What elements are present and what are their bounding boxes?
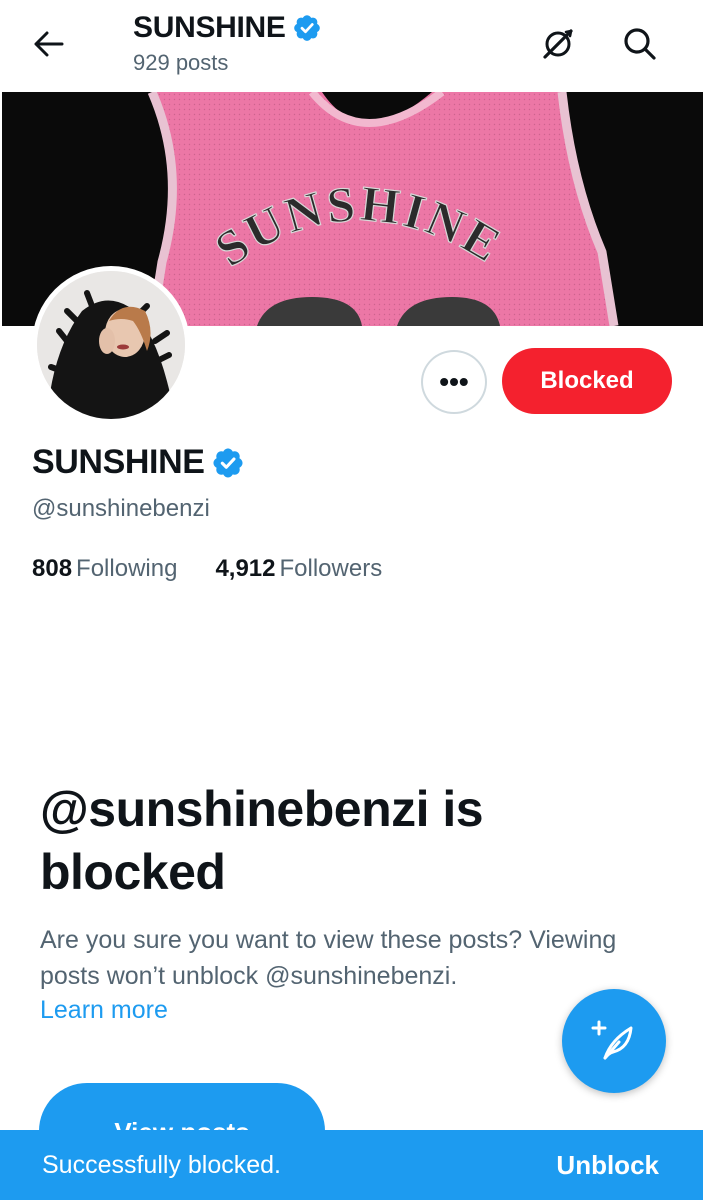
following-link[interactable]: 808 Following <box>32 555 177 583</box>
toast-notification: Successfully blocked. Unblock <box>0 1130 703 1200</box>
toast-message: Successfully blocked. <box>42 1150 282 1179</box>
compose-post-icon <box>591 1020 633 1060</box>
page-title: SUNSHINE <box>133 11 286 44</box>
following-label: Following <box>76 555 178 582</box>
header-title-block: SUNSHINE 929 posts <box>133 10 322 76</box>
followers-label: Followers <box>279 555 383 582</box>
blocked-notice-description: Are you sure you want to view these post… <box>40 926 617 990</box>
arrow-left-icon <box>34 31 64 57</box>
blocked-notice-title: @sunshinebenzi is blocked <box>40 781 484 900</box>
profile-stats: 808 Following 4,912 Followers <box>32 555 420 583</box>
verified-badge-icon <box>211 446 245 480</box>
following-count: 808 <box>32 555 73 582</box>
blocked-button[interactable]: Blocked <box>502 348 672 414</box>
profile-handle: @sunshinebenzi <box>32 495 210 522</box>
top-bar: SUNSHINE 929 posts <box>0 0 703 92</box>
premium-button[interactable] <box>534 20 582 68</box>
more-options-button[interactable]: ••• <box>421 350 487 414</box>
avatar[interactable] <box>32 266 190 424</box>
search-icon <box>624 28 656 60</box>
profile-name-row: SUNSHINE <box>32 443 245 482</box>
back-button[interactable] <box>22 22 76 66</box>
more-options-icon: ••• <box>439 366 469 397</box>
profile-name: SUNSHINE <box>32 443 205 481</box>
posts-count: 929 posts <box>133 50 229 75</box>
compose-post-button[interactable] <box>562 989 666 1093</box>
followers-count: 4,912 <box>215 555 276 582</box>
followers-link[interactable]: 4,912 Followers <box>215 555 382 583</box>
learn-more-link[interactable]: Learn more <box>40 996 168 1025</box>
premium-icon <box>543 29 573 59</box>
verified-badge-icon <box>292 13 322 43</box>
search-button[interactable] <box>616 20 664 68</box>
unblock-button[interactable]: Unblock <box>556 1150 659 1181</box>
